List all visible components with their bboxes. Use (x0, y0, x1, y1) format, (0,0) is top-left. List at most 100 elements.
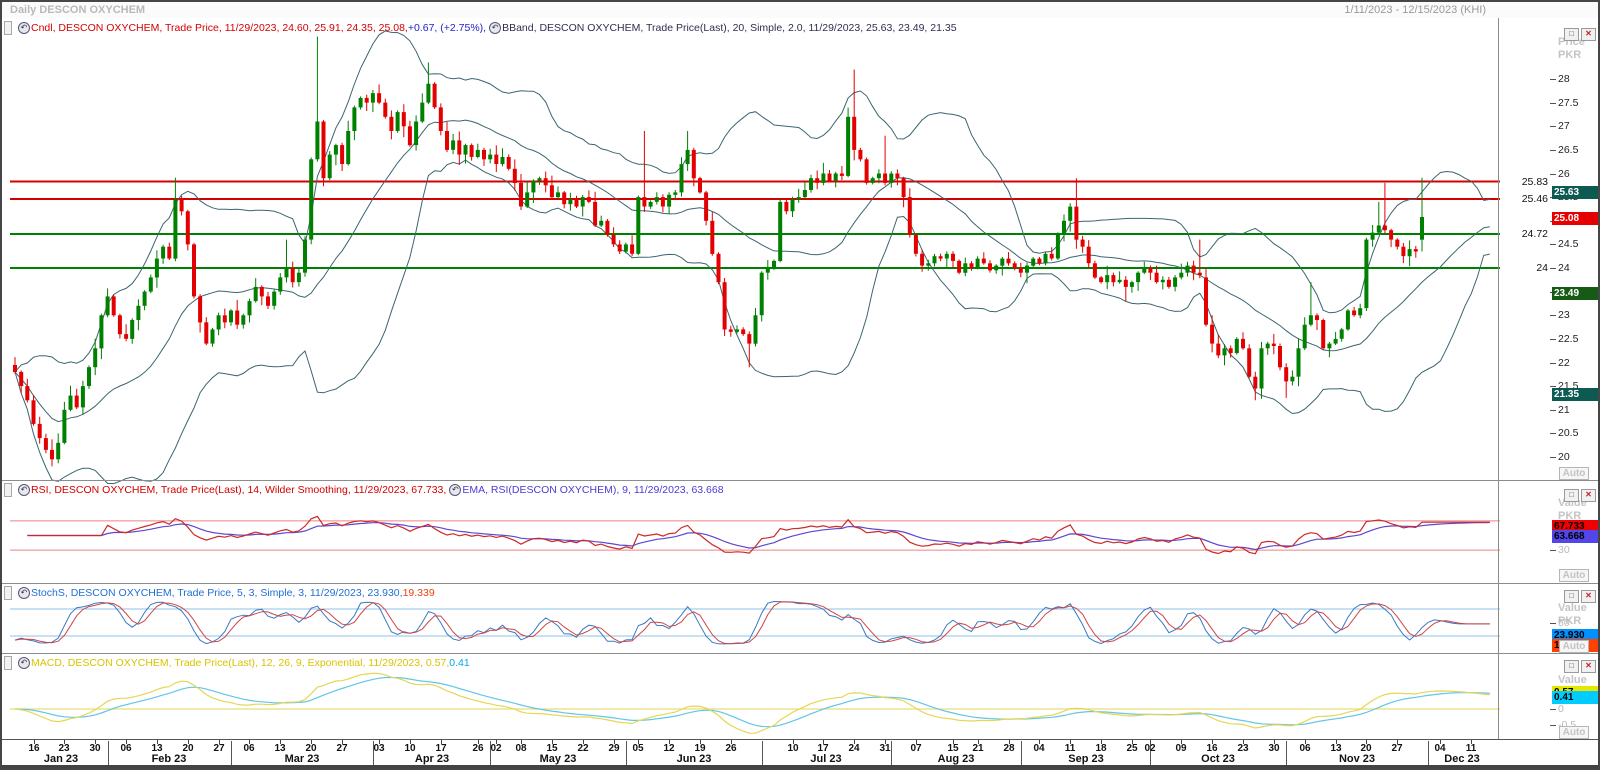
candle-body (217, 315, 221, 329)
candle-body (365, 98, 369, 103)
rsi-axis[interactable]: □✕ValuePKR3067.73363.668Auto (1500, 481, 1600, 583)
close-button[interactable]: ✕ (1581, 590, 1596, 603)
candle-body (352, 107, 356, 131)
axis-tick (1550, 103, 1556, 104)
x-axis-day-label: 10 (787, 743, 798, 754)
axis-tick (1550, 457, 1556, 458)
candle-body (1142, 268, 1146, 273)
candle-body (106, 296, 110, 315)
close-button[interactable]: ✕ (1581, 489, 1596, 502)
panel-handle[interactable] (4, 21, 12, 35)
x-axis-day-label: 04 (1033, 743, 1044, 754)
stoch-axis[interactable]: □✕ValuePKR5023.93019.339Auto (1500, 584, 1600, 653)
legend-collapse-icon[interactable]: ↶ (18, 587, 30, 599)
auto-scale-button[interactable]: Auto (1559, 467, 1589, 480)
candle-body (13, 365, 17, 372)
x-axis-day-label: 24 (848, 743, 859, 754)
candle-body (1037, 259, 1041, 264)
candle-body (686, 150, 690, 164)
candle-body (556, 192, 560, 197)
candle-body (1093, 263, 1097, 277)
x-axis-day-label: 08 (515, 743, 526, 754)
legend-collapse-icon[interactable]: ↶ (489, 22, 501, 34)
restore-button[interactable]: □ (1564, 28, 1579, 41)
price-axis[interactable]: □✕PricePKR2827.52726.52625.52524.52423.5… (1500, 18, 1600, 480)
legend-collapse-icon[interactable]: ↶ (449, 484, 461, 496)
candle-wicks-up (58, 37, 1422, 464)
x-axis-day-label: 26 (725, 743, 736, 754)
candle-body (1179, 273, 1183, 278)
price-panel-legend: ↶Cndl, DESCON OXYCHEM, Trade Price, 11/2… (4, 21, 957, 35)
stoch-k-line (15, 602, 1490, 644)
panel-handle[interactable] (4, 483, 12, 497)
auto-scale-button[interactable]: Auto (1559, 726, 1589, 739)
candle-body (1216, 344, 1220, 356)
candle-body (908, 197, 912, 235)
candle-body (710, 221, 714, 254)
macd-axis[interactable]: □✕Value0-0.50.570.41Auto (1500, 654, 1600, 739)
panel-handle[interactable] (4, 656, 12, 670)
axis-tick-label: 22 (1558, 357, 1570, 369)
x-axis-month-label: Aug 23 (938, 753, 975, 765)
panel-window-buttons: □✕ (1564, 489, 1596, 502)
candle-body (118, 315, 122, 334)
x-axis-day-label: 11 (1065, 743, 1076, 754)
candle-body (1290, 377, 1294, 382)
candle-body (877, 174, 881, 179)
close-button[interactable]: ✕ (1581, 28, 1596, 41)
axis-tick-label: 24.5 (1558, 238, 1578, 250)
legend-collapse-icon[interactable]: ↶ (18, 484, 30, 496)
candle-body (322, 122, 326, 179)
restore-button[interactable]: □ (1564, 660, 1579, 673)
restore-button[interactable]: □ (1564, 590, 1579, 603)
candle-body (939, 256, 943, 258)
restore-button[interactable]: □ (1564, 489, 1579, 502)
candle-body (858, 150, 862, 159)
candle-body (1031, 259, 1035, 266)
candle-body (488, 155, 492, 160)
candle-body (44, 438, 48, 450)
candle-body (951, 254, 955, 261)
candle-body (871, 178, 875, 183)
x-axis-month-label: Oct 23 (1201, 753, 1235, 765)
candle-body (149, 277, 153, 291)
candle-body (667, 195, 671, 207)
candle-body (155, 259, 159, 278)
candle-body (1025, 266, 1029, 273)
candle-body (377, 93, 381, 102)
auto-scale-button[interactable]: Auto (1559, 640, 1589, 653)
candle-body (470, 145, 474, 157)
price-chart-plot[interactable] (10, 18, 1500, 480)
x-axis-day-label: 31 (879, 743, 890, 754)
axis-unit-label: Value (1558, 674, 1587, 686)
candle-body (69, 396, 73, 410)
candle-body (19, 372, 23, 386)
close-button[interactable]: ✕ (1581, 660, 1596, 673)
candle-body (124, 334, 128, 339)
candle-body (266, 296, 270, 305)
candle-body (464, 145, 468, 155)
last-value-badge[interactable]: 63.668 (1552, 530, 1600, 543)
legend-collapse-icon[interactable]: ↶ (18, 657, 30, 669)
panel-window-buttons: □✕ (1564, 660, 1596, 673)
panel-handle[interactable] (4, 586, 12, 600)
axis-tick (1550, 268, 1556, 269)
last-value-badge[interactable]: 21.35 (1552, 388, 1600, 401)
candle-body (1105, 275, 1109, 282)
candle-body (1389, 230, 1393, 239)
candle-body (328, 155, 332, 179)
candle-body (568, 200, 572, 205)
candle-body (241, 315, 245, 324)
candle-body (649, 202, 653, 207)
rsi-panel-legend: ↶RSI, DESCON OXYCHEM, Trade Price(Last),… (4, 483, 724, 497)
legend-collapse-icon[interactable]: ↶ (18, 22, 30, 34)
last-value-badge[interactable]: 0.41 (1552, 691, 1600, 704)
auto-scale-button[interactable]: Auto (1559, 569, 1589, 582)
x-axis-month-label: Nov 23 (1339, 753, 1375, 765)
x-axis-day-label: 23 (1237, 743, 1248, 754)
last-value-badge[interactable]: 25.08 (1552, 212, 1600, 225)
month-divider (1021, 741, 1022, 765)
axis-tick (1550, 126, 1556, 127)
last-value-badge[interactable]: 25.63 (1552, 186, 1600, 199)
last-value-badge[interactable]: 23.49 (1552, 287, 1600, 300)
